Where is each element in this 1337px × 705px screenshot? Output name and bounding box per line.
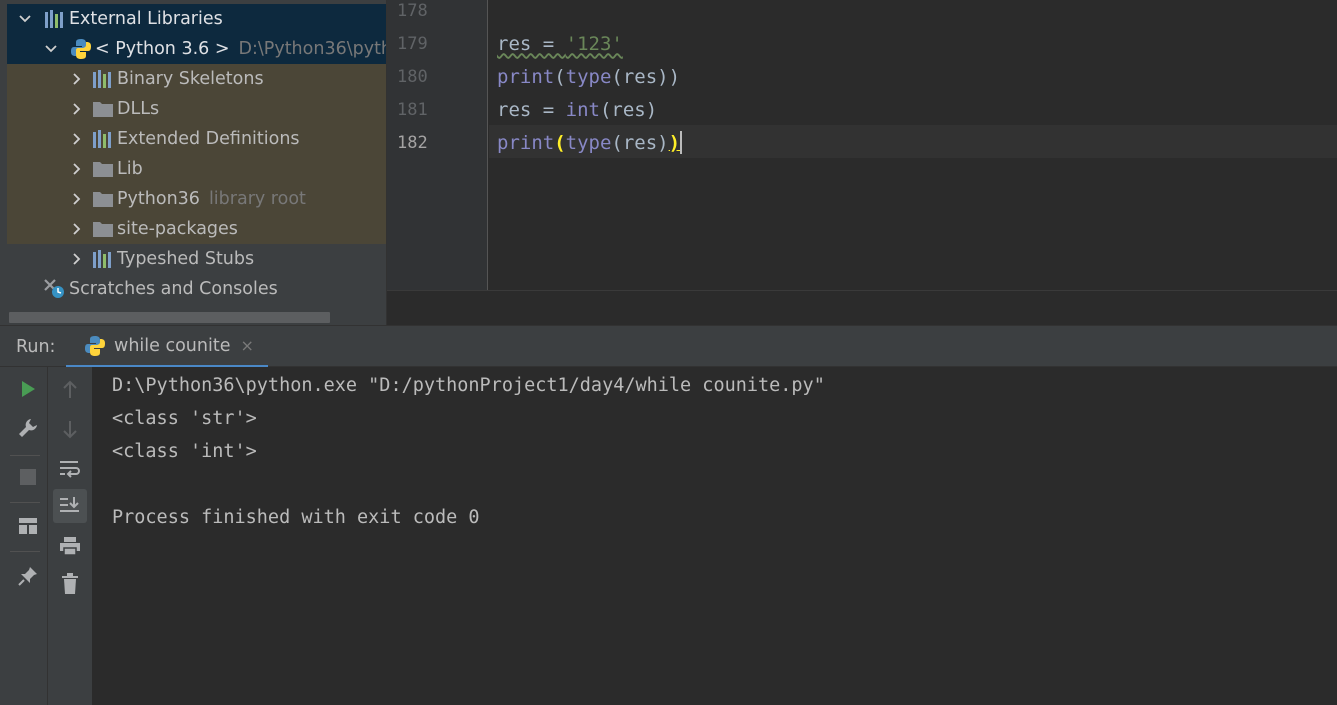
chevron-down-icon[interactable] — [17, 11, 33, 27]
python-icon — [69, 39, 93, 59]
run-toolbar-primary — [0, 367, 48, 705]
console-line: D:\Python36\python.exe "D:/pythonProject… — [112, 375, 825, 396]
chevron-down-icon[interactable] — [43, 41, 59, 57]
tree-item-binary-skeletons[interactable]: Binary Skeletons — [7, 64, 386, 94]
chevron-right-icon[interactable] — [69, 101, 85, 117]
layout-icon — [19, 518, 37, 534]
toolbar-separator — [10, 551, 40, 552]
tree-item-label: Scratches and Consoles — [69, 279, 278, 299]
tree-item-hint: library root — [208, 189, 306, 209]
restore-layout-button[interactable] — [11, 509, 45, 543]
code-line-text: print(type(res)) — [497, 131, 681, 154]
clear-all-button[interactable] — [53, 567, 87, 601]
chevron-right-icon[interactable] — [69, 161, 85, 177]
previous-occurrence-button[interactable] — [53, 373, 87, 407]
tree-item-lib[interactable]: Lib — [7, 154, 386, 184]
run-console-output[interactable]: D:\Python36\python.exe "D:/pythonProject… — [93, 367, 1337, 705]
chevron-right-icon[interactable] — [69, 251, 85, 267]
soft-wrap-icon — [60, 461, 80, 478]
tree-item-python-sdk[interactable]: < Python 3.6 > D:\Python36\pyth — [7, 34, 386, 64]
arrow-up-icon — [63, 380, 77, 398]
folder-icon — [91, 159, 115, 179]
pin-icon — [18, 567, 37, 586]
tree-horizontal-scrollbar[interactable] — [9, 312, 330, 323]
tree-item-hint: D:\Python36\pyth — [238, 39, 386, 59]
library-icon — [91, 129, 115, 149]
editor-empty-area — [387, 290, 1337, 325]
chevron-right-icon[interactable] — [69, 131, 85, 147]
code-line-180[interactable]: print(type(res)) — [497, 60, 680, 93]
printer-icon — [60, 537, 80, 556]
run-panel-header: Run: while counite × — [0, 325, 1337, 368]
tree-item-site-packages[interactable]: site-packages — [7, 214, 386, 244]
tree-item-extended-definitions[interactable]: Extended Definitions — [7, 124, 386, 154]
tree-item-label: External Libraries — [69, 9, 223, 29]
close-icon[interactable]: × — [240, 336, 253, 355]
trash-icon — [62, 573, 78, 594]
tree-gutter — [0, 0, 7, 325]
library-icon — [91, 69, 115, 89]
code-line-text: res = '123' — [497, 32, 623, 55]
project-tree: External Libraries < Python 3.6 > D:\Pyt… — [0, 0, 386, 325]
stop-button[interactable] — [11, 460, 45, 494]
pin-tab-button[interactable] — [11, 559, 45, 593]
text-caret — [680, 131, 683, 154]
scratches-icon — [43, 279, 67, 299]
chevron-right-icon[interactable] — [69, 191, 85, 207]
line-number: 180 — [397, 66, 428, 87]
scroll-to-end-icon — [60, 497, 79, 512]
tree-item-label: Python36 — [117, 189, 200, 209]
run-panel-title: Run: — [16, 337, 56, 357]
print-button[interactable] — [53, 529, 87, 563]
tree-item-label: DLLs — [117, 99, 160, 119]
chevron-right-icon[interactable] — [69, 221, 85, 237]
tree-item-typeshed-stubs[interactable]: Typeshed Stubs — [7, 244, 386, 274]
folder-icon — [91, 99, 115, 119]
code-line-text: print(type(res)) — [497, 65, 681, 88]
scroll-to-end-button[interactable] — [53, 489, 87, 523]
line-number-gutter: 178 179 180 181 182 — [387, 0, 488, 290]
line-number: 178 — [397, 0, 428, 21]
line-number: 179 — [397, 33, 428, 54]
console-line: Process finished with exit code 0 — [112, 507, 480, 528]
tree-item-label: Binary Skeletons — [117, 69, 264, 89]
line-number: 182 — [397, 132, 428, 153]
toolbar-separator — [10, 502, 40, 503]
tree-item-python36[interactable]: Python36 library root — [7, 184, 386, 214]
edit-configuration-button[interactable] — [11, 411, 45, 445]
folder-icon — [91, 189, 115, 209]
tree-item-label: Extended Definitions — [117, 129, 300, 149]
play-icon — [22, 381, 35, 397]
chevron-right-icon[interactable] — [69, 71, 85, 87]
wrench-icon — [19, 419, 37, 437]
folder-icon — [91, 219, 115, 239]
tree-item-dlls[interactable]: DLLs — [7, 94, 386, 124]
tree-item-label: site-packages — [117, 219, 238, 239]
next-occurrence-button[interactable] — [53, 412, 87, 446]
code-line-182[interactable]: print(type(res)) — [497, 126, 683, 159]
code-line-179[interactable]: res = '123' — [497, 27, 623, 60]
arrow-down-icon — [63, 421, 77, 439]
run-toolbar-secondary — [48, 367, 93, 705]
stop-icon — [20, 469, 36, 485]
tree-item-label: Typeshed Stubs — [117, 249, 255, 269]
library-icon — [43, 9, 67, 29]
code-line-text: res = int(res) — [497, 98, 658, 121]
console-line: <class 'str'> — [112, 408, 257, 429]
tree-item-label: Lib — [117, 159, 143, 179]
run-tab-label: while counite — [114, 335, 231, 356]
tree-item-scratches-and-consoles[interactable]: Scratches and Consoles — [7, 274, 386, 304]
console-line: <class 'int'> — [112, 441, 257, 462]
tree-item-external-libraries[interactable]: External Libraries — [7, 4, 386, 34]
code-line-181[interactable]: res = int(res) — [497, 93, 657, 126]
line-number: 181 — [397, 99, 428, 120]
library-icon — [91, 249, 115, 269]
code-editor[interactable]: 178 179 180 181 182 res = '123' print(ty… — [386, 0, 1337, 325]
python-icon — [82, 335, 108, 357]
run-tab[interactable]: while counite × — [66, 326, 268, 368]
tree-item-label: < Python 3.6 > — [95, 39, 230, 59]
toolbar-separator — [10, 455, 40, 456]
soft-wrap-button[interactable] — [53, 452, 87, 486]
rerun-button[interactable] — [11, 372, 45, 406]
